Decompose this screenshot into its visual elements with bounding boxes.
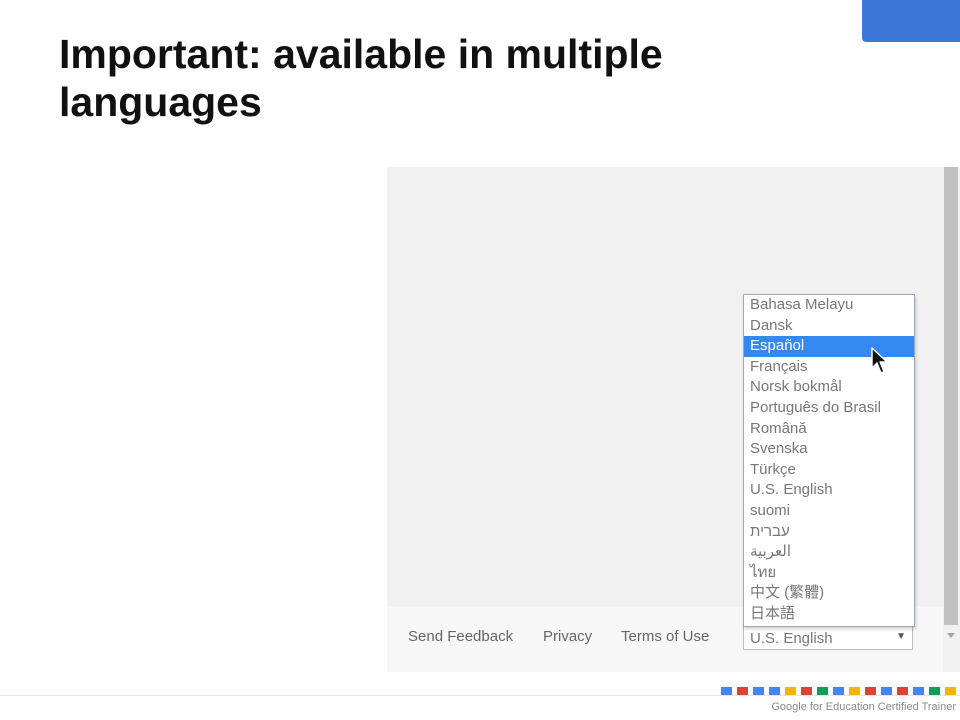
language-dropdown-list: Bahasa Melayu Dansk Español Français Nor… [743,294,915,627]
language-option[interactable]: Türkçe [744,460,914,481]
brand-footer-text: Google for Education Certified Trainer [771,701,956,713]
brand-square [753,687,764,695]
language-option[interactable]: 日本語 [744,604,914,625]
brand-square [913,687,924,695]
brand-square [801,687,812,695]
send-feedback-link[interactable]: Send Feedback [408,628,513,645]
brand-square [833,687,844,695]
terms-of-use-link[interactable]: Terms of Use [621,628,709,645]
brand-square [737,687,748,695]
language-option[interactable]: ไทย [744,563,914,584]
brand-square [817,687,828,695]
language-select[interactable]: U.S. English ▼ [743,626,913,650]
brand-square [721,687,732,695]
language-option[interactable]: العربية [744,542,914,563]
language-option[interactable]: Dansk [744,316,914,337]
language-option[interactable]: suomi [744,501,914,522]
scroll-down-arrow-icon[interactable] [947,633,955,638]
brand-square [929,687,940,695]
brand-square [897,687,908,695]
slide-title: Important: available in multiple languag… [59,31,663,125]
brand-square [785,687,796,695]
brand-square [945,687,956,695]
language-option[interactable]: 中文 (繁體) [744,583,914,604]
language-option[interactable]: U.S. English [744,480,914,501]
language-option[interactable]: Português do Brasil [744,398,914,419]
brand-square [865,687,876,695]
dropdown-arrow-icon[interactable]: ▼ [896,631,906,642]
scrollbar-thumb[interactable] [944,167,958,625]
language-option[interactable]: Română [744,419,914,440]
brand-color-squares [721,687,956,695]
language-option[interactable]: Svenska [744,439,914,460]
privacy-link[interactable]: Privacy [543,628,592,645]
arrow-pointer-icon [871,347,888,374]
language-option[interactable]: Norsk bokmål [744,377,914,398]
brand-square [769,687,780,695]
language-option[interactable]: Bahasa Melayu [744,295,914,316]
corner-accent-tab [862,0,960,42]
language-option[interactable]: עברית [744,522,914,543]
page-scrollbar[interactable] [943,167,960,672]
brand-square [849,687,860,695]
brand-square [881,687,892,695]
embedded-screenshot: Send Feedback Privacy Terms of Use U.S. … [387,167,960,672]
footer-divider [0,695,960,696]
language-select-value: U.S. English [750,630,833,647]
